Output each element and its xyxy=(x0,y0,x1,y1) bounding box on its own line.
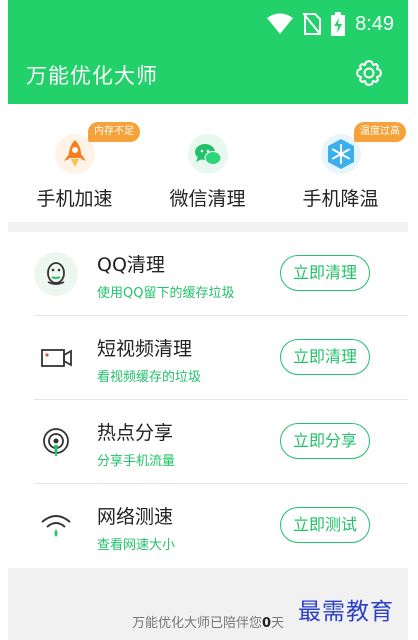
list-item-subtitle: 使用QQ留下的缓存垃圾 xyxy=(97,286,235,301)
list-item-title: 热点分享 xyxy=(97,422,174,444)
status-bar: 8:49 xyxy=(8,0,408,50)
clean-now-button[interactable]: 立即清理 xyxy=(280,255,370,291)
list-item-subtitle: 分享手机流量 xyxy=(97,454,176,469)
section-divider xyxy=(8,222,408,232)
quick-action-wechat-clean[interactable]: 微信清理 xyxy=(141,104,274,222)
app-screen: 8:49 万能优化大师 内存不足 手机加速 微信清理 温度过高 手机降温 QQ清… xyxy=(0,0,418,640)
settings-gear-icon[interactable] xyxy=(355,59,383,87)
clean-now-button[interactable]: 立即清理 xyxy=(280,339,370,375)
qq-penguin-icon xyxy=(34,252,78,296)
temperature-high-badge: 温度过高 xyxy=(354,122,406,142)
companion-days-suffix: 天 xyxy=(271,616,285,631)
right-edge xyxy=(408,0,418,640)
wifi-speed-icon xyxy=(34,504,78,548)
status-time: 8:49 xyxy=(355,12,394,35)
quick-action-phone-cooling[interactable]: 温度过高 手机降温 xyxy=(274,104,407,222)
quick-actions: 内存不足 手机加速 微信清理 温度过高 手机降温 xyxy=(8,104,408,222)
list-item-title: 网络测速 xyxy=(97,506,174,528)
app-title: 万能优化大师 xyxy=(26,64,158,88)
memory-low-badge: 内存不足 xyxy=(88,122,140,142)
list-item-title: 短视频清理 xyxy=(97,338,193,360)
share-now-button[interactable]: 立即分享 xyxy=(280,423,370,459)
companion-days-prefix: 万能优化大师已陪伴您 xyxy=(131,616,262,631)
video-camera-icon xyxy=(34,336,78,380)
wifi-signal-icon xyxy=(267,13,294,34)
list-item-title: QQ清理 xyxy=(97,254,165,276)
tools-list: QQ清理 使用QQ留下的缓存垃圾 立即清理 短视频清理 看视频缓存的垃圾 立即清… xyxy=(8,232,408,568)
list-item-hotspot-share[interactable]: 热点分享 分享手机流量 立即分享 xyxy=(8,400,408,484)
quick-action-label: 微信清理 xyxy=(169,188,246,210)
wechat-icon xyxy=(188,134,228,174)
list-item-qq-clean[interactable]: QQ清理 使用QQ留下的缓存垃圾 立即清理 xyxy=(8,232,408,316)
battery-charging-icon xyxy=(331,12,346,36)
test-now-button[interactable]: 立即测试 xyxy=(280,507,370,543)
no-sim-icon xyxy=(303,13,322,35)
quick-action-label: 手机降温 xyxy=(302,188,379,210)
companion-days-count: 0 xyxy=(261,616,272,631)
left-edge xyxy=(0,0,8,640)
list-item-network-speed-test[interactable]: 网络测速 查看网速大小 立即测试 xyxy=(8,484,408,568)
list-item-subtitle: 查看网速大小 xyxy=(97,538,176,553)
list-item-short-video-clean[interactable]: 短视频清理 看视频缓存的垃圾 立即清理 xyxy=(8,316,408,400)
hotspot-icon xyxy=(34,420,78,464)
list-item-subtitle: 看视频缓存的垃圾 xyxy=(97,370,202,385)
quick-action-label: 手机加速 xyxy=(36,188,113,210)
watermark: 最需教育 xyxy=(298,599,394,625)
quick-action-phone-speedup[interactable]: 内存不足 手机加速 xyxy=(8,104,141,222)
